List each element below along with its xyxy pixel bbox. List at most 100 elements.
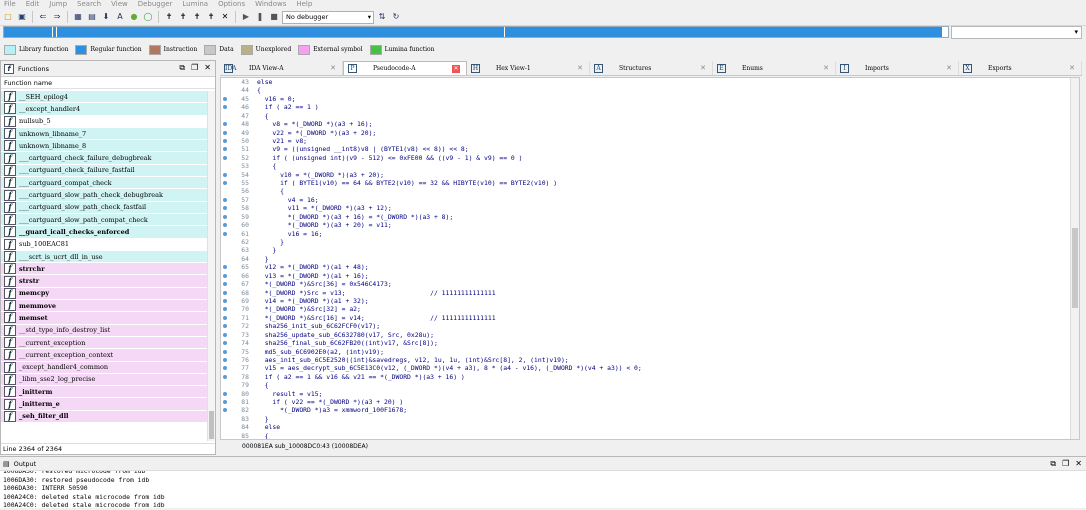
breakpoint-dot-icon[interactable] (223, 138, 227, 143)
code-line[interactable]: 43 else (221, 78, 1079, 86)
forward-icon[interactable]: ⇒ (51, 11, 63, 23)
code-line[interactable]: 68 *(_DWORD *)Src = v13; // 111111111111… (221, 289, 1079, 297)
menu-item[interactable]: Edit (26, 0, 40, 9)
breakpoint-dot-icon[interactable] (223, 206, 227, 211)
debug-options-icon[interactable]: ⇅ (376, 11, 388, 23)
function-list-item[interactable]: f ___cartguard_slow_path_check_fastfail (1, 201, 215, 214)
breakpoint-dot-icon[interactable] (223, 130, 227, 135)
close-icon[interactable]: ✕ (204, 63, 211, 73)
function-list-item[interactable]: f _except_handler4_common (1, 361, 215, 374)
function-list-item[interactable]: f unknown_libname_7 (1, 127, 215, 141)
functions-scrollbar[interactable] (207, 91, 215, 441)
debugger-select[interactable]: No debugger ▾ (282, 10, 374, 24)
function-list-item[interactable]: f _initterm_e (1, 398, 215, 411)
nav-select[interactable]: ▾ (951, 26, 1082, 39)
segment-icon[interactable]: ▦ (72, 11, 84, 23)
breakpoint-dot-icon[interactable] (223, 231, 227, 236)
binary-icon[interactable]: ▤ (86, 11, 98, 23)
tab-pseudocode-a[interactable]: P Pseudocode-A ✕ (343, 61, 467, 75)
navigation-band[interactable] (3, 26, 949, 38)
breakpoint-dot-icon[interactable] (223, 214, 227, 219)
breakpoint-dot-icon[interactable] (223, 374, 227, 379)
sync-icon[interactable]: ↻ (390, 11, 402, 23)
code-line[interactable]: 65 v12 = *(_DWORD *)(a1 + 48); (221, 263, 1079, 271)
breakpoint-dot-icon[interactable] (223, 391, 227, 396)
function-list-item[interactable]: f ___cartguard_slow_path_compat_check (1, 213, 215, 227)
function-list-item[interactable]: f _seh_filter_dll (1, 410, 215, 424)
function-list-item[interactable]: f __current_exception_context (1, 349, 215, 362)
breakpoint-dot-icon[interactable] (223, 273, 227, 278)
code-line[interactable]: 58 v11 = *(_DWORD *)(a3 + 12); (221, 204, 1079, 212)
close-tab-icon[interactable]: ✕ (577, 64, 583, 72)
code-line[interactable]: 83 } (221, 415, 1079, 423)
scrollbar-thumb[interactable] (1072, 228, 1078, 308)
pause-icon[interactable]: ❚ (254, 11, 266, 23)
breakpoint-dot-icon[interactable] (223, 147, 227, 152)
code-line[interactable]: 53 { (221, 162, 1079, 170)
function-list-item[interactable]: f memset (1, 312, 215, 325)
code-line[interactable]: 45 v16 = 0; (221, 95, 1079, 103)
function-list-item[interactable]: f ___scrt_is_ucrt_dll_in_use (1, 250, 215, 264)
code-line[interactable]: 59 *(_DWORD *)(a3 + 16) = *(_DWORD *)(a3… (221, 213, 1079, 221)
code-line[interactable]: 80 result = v15; (221, 390, 1079, 398)
code-scrollbar[interactable] (1070, 78, 1079, 439)
menu-item[interactable]: Options (218, 0, 245, 9)
function-list-item[interactable]: f ___cartguard_slow_path_check_debugbreak (1, 189, 215, 202)
code-line[interactable]: 79 { (221, 381, 1079, 389)
tool3-icon[interactable]: ✝ (191, 11, 203, 23)
code-line[interactable]: 60 *(_DWORD *)(a3 + 20) = v11; (221, 221, 1079, 229)
breakpoint-dot-icon[interactable] (223, 282, 227, 287)
pseudocode-view[interactable]: 43 else 44{45 v16 = 0; 46 if ( a2 == 1 ) 47 … (220, 77, 1080, 440)
stop-icon[interactable]: ✕ (219, 11, 231, 23)
tool2-icon[interactable]: ✝ (177, 11, 189, 23)
menu-item[interactable]: Jump (49, 0, 67, 9)
function-list-item[interactable]: f nullsub_5 (1, 115, 215, 128)
function-list-item[interactable]: f __current_exception (1, 336, 215, 350)
function-list-item[interactable]: f unknown_libname_8 (1, 140, 215, 153)
code-line[interactable]: 56 { (221, 187, 1079, 195)
tool4-icon[interactable]: ✝ (205, 11, 217, 23)
menu-item[interactable]: View (111, 0, 128, 9)
code-line[interactable]: 73 sha256_update_sub_6C632780(v17, Src, … (221, 331, 1079, 339)
close-tab-icon[interactable]: ✕ (823, 64, 829, 72)
function-list-item[interactable]: f strstr (1, 275, 215, 288)
close-tab-icon[interactable]: ✕ (330, 64, 336, 72)
restore-icon[interactable]: ❐ (191, 63, 198, 73)
function-name-column-header[interactable]: Function name (1, 77, 215, 89)
code-line[interactable]: 49 v22 = *(_DWORD *)(a3 + 20); (221, 129, 1079, 137)
tab-hex-view-1[interactable]: H Hex View-1 ✕ (467, 61, 590, 75)
breakpoint-dot-icon[interactable] (223, 105, 227, 110)
jump-down-icon[interactable]: ⬇ (100, 11, 112, 23)
code-line[interactable]: 52 if ( (unsigned int)(v9 - 512) <= 0xFE… (221, 154, 1079, 162)
function-list-item[interactable]: f __std_type_info_destroy_list (1, 324, 215, 337)
code-line[interactable]: 63 } (221, 246, 1079, 254)
function-list-item[interactable]: f ___cartguard_compat_check (1, 177, 215, 190)
code-line[interactable]: 46 if ( a2 == 1 ) (221, 103, 1079, 111)
tool-icon[interactable]: ✝ (163, 11, 175, 23)
tab-ida-view-a[interactable]: IDA IDA View-A ✕ (220, 61, 343, 75)
breakpoint-dot-icon[interactable] (223, 265, 227, 270)
menu-item[interactable]: Help (296, 0, 312, 9)
function-list-item[interactable]: f strrchr (1, 263, 215, 276)
breakpoint-dot-icon[interactable] (223, 315, 227, 320)
menu-item[interactable]: Search (77, 0, 101, 9)
function-list-item[interactable]: f memcpy (1, 287, 215, 301)
tab-imports[interactable]: I Imports ✕ (836, 61, 959, 75)
back-icon[interactable]: ⇐ (37, 11, 49, 23)
function-list-item[interactable]: f __except_handler4 (1, 103, 215, 116)
code-line[interactable]: 72 sha256_init_sub_6C62FCF0(v17); (221, 322, 1079, 330)
close-tab-icon[interactable]: ✕ (946, 64, 952, 72)
float-window-icon[interactable]: ⧉ (179, 63, 185, 73)
code-line[interactable]: 54 v10 = *(_DWORD *)(a3 + 20); (221, 171, 1079, 179)
breakpoint-dot-icon[interactable] (223, 307, 227, 312)
halt-icon[interactable]: ■ (268, 11, 280, 23)
breakpoint-dot-icon[interactable] (223, 290, 227, 295)
code-line[interactable]: 57 v4 = 16; (221, 196, 1079, 204)
tab-structures[interactable]: A Structures ✕ (590, 61, 713, 75)
menu-item[interactable]: Debugger (138, 0, 173, 9)
menu-item[interactable]: Windows (255, 0, 286, 9)
function-list-item[interactable]: f ___cartguard_check_failure_debugbreak (1, 152, 215, 165)
code-line[interactable]: 82 *(_DWORD *)a3 = xmmword_100F1678; (221, 406, 1079, 414)
text-icon[interactable]: A (114, 11, 126, 23)
code-line[interactable]: 74 sha256_final_sub_6C62FB20((int)v17, &… (221, 339, 1079, 347)
